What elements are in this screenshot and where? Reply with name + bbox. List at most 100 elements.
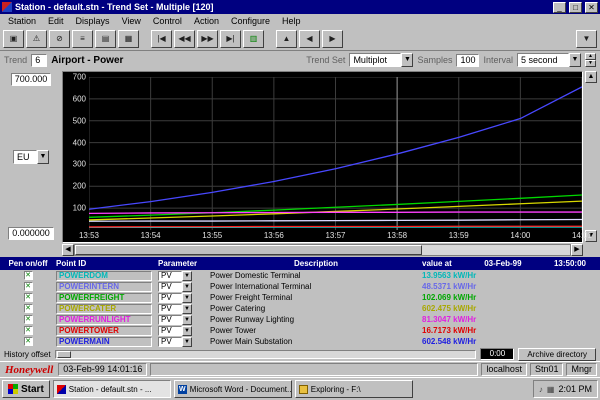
chevron-down-icon[interactable]: ▼ <box>37 150 49 164</box>
maximize-button[interactable]: □ <box>569 2 582 13</box>
point-id[interactable]: POWERINTERN <box>56 282 152 292</box>
bar-chart-icon[interactable]: ▥ <box>243 30 264 48</box>
point-id[interactable]: POWERCATER <box>56 304 152 314</box>
status-role: Mngr <box>566 363 597 376</box>
page-back-icon[interactable]: ◀◀ <box>174 30 195 48</box>
horizontal-scrollbar[interactable]: ◀ ▶ <box>62 244 583 256</box>
zoom-in-icon[interactable]: ▶ <box>322 30 343 48</box>
silence-alarm-icon[interactable]: ⊘ <box>49 30 70 48</box>
parameter-dropdown[interactable]: PV▼ <box>158 337 196 347</box>
slider-thumb[interactable] <box>57 351 71 358</box>
alarm-bell-icon[interactable]: ⚠ <box>26 30 47 48</box>
display-icon[interactable]: ▦ <box>547 385 555 394</box>
system-status-icon[interactable]: ▤ <box>95 30 116 48</box>
header-value-at: value at <box>422 259 452 268</box>
menu-displays[interactable]: Displays <box>70 16 116 26</box>
chevron-down-icon[interactable]: ▼ <box>182 282 192 292</box>
scroll-up-icon[interactable]: ▲ <box>585 71 597 83</box>
y-min-field[interactable]: 0.000000 <box>8 227 54 240</box>
alarm-summary-icon[interactable]: ▣ <box>3 30 24 48</box>
volume-icon[interactable]: ♪ <box>539 385 543 394</box>
point-id[interactable]: POWERDOM <box>56 271 152 281</box>
menu-station[interactable]: Station <box>2 16 42 26</box>
spin-down-icon[interactable]: ▼ <box>585 60 596 67</box>
options-icon[interactable]: ▼ <box>576 30 597 48</box>
chevron-down-icon[interactable]: ▼ <box>401 53 413 67</box>
trend-set-dropdown[interactable]: Multiplot ▼ <box>349 53 413 67</box>
pen-checkbox[interactable]: ✕ <box>24 282 33 291</box>
table-row: ✕ POWERRUNLIGHT PV▼ Power Runway Lightin… <box>0 314 600 325</box>
chevron-down-icon[interactable]: ▼ <box>182 293 192 303</box>
start-label: Start <box>21 384 44 395</box>
chevron-down-icon[interactable]: ▼ <box>182 337 192 347</box>
scroll-up-icon[interactable]: ▲ <box>276 30 297 48</box>
point-value: 602.548 kW/Hr <box>422 337 600 346</box>
archive-directory-button[interactable]: Archive directory <box>518 348 596 361</box>
plot-canvas[interactable] <box>89 77 582 230</box>
history-offset-slider[interactable] <box>55 350 477 359</box>
point-description: Power Domestic Terminal <box>210 271 422 280</box>
pen-checkbox[interactable]: ✕ <box>24 304 33 313</box>
point-id[interactable]: POWERTOWER <box>56 326 152 336</box>
pen-checkbox[interactable]: ✕ <box>24 315 33 324</box>
pen-checkbox[interactable]: ✕ <box>24 337 33 346</box>
menu-action[interactable]: Action <box>188 16 225 26</box>
trend-number-field[interactable]: 6 <box>31 54 47 67</box>
scrollbar-track[interactable] <box>74 244 571 256</box>
pen-checkbox[interactable]: ✕ <box>24 293 33 302</box>
pen-checkbox[interactable]: ✕ <box>24 326 33 335</box>
history-offset-row: History offset 0:00 Archive directory <box>0 347 600 361</box>
menu-view[interactable]: View <box>116 16 147 26</box>
word-app-icon: W <box>178 385 187 394</box>
trend-plot[interactable]: 100200300400500600700 13:5313:5413:5513:… <box>62 71 583 243</box>
last-page-icon[interactable]: ▶| <box>220 30 241 48</box>
menu-bar: Station Edit Displays View Control Actio… <box>0 14 600 27</box>
parameter-dropdown[interactable]: PV▼ <box>158 293 196 303</box>
point-id[interactable]: POWERMAIN <box>56 337 152 347</box>
chevron-down-icon[interactable]: ▼ <box>182 315 192 325</box>
honeywell-logo: Honeywell <box>3 364 55 376</box>
menu-help[interactable]: Help <box>276 16 307 26</box>
menu-configure[interactable]: Configure <box>225 16 276 26</box>
first-page-icon[interactable]: |◀ <box>151 30 172 48</box>
chevron-down-icon[interactable]: ▼ <box>182 304 192 314</box>
point-value: 13.9563 kW/Hr <box>422 271 600 280</box>
parameter-dropdown[interactable]: PV▼ <box>158 326 196 336</box>
taskbar-task-station[interactable]: Station - default.stn - ... <box>53 380 171 398</box>
scroll-right-icon[interactable]: ▶ <box>571 244 583 256</box>
point-id[interactable]: POWERRUNLIGHT <box>56 315 152 325</box>
print-icon[interactable]: ▦ <box>118 30 139 48</box>
parameter-dropdown[interactable]: PV▼ <box>158 304 196 314</box>
page-forward-icon[interactable]: ▶▶ <box>197 30 218 48</box>
samples-field[interactable]: 100 <box>456 54 479 67</box>
close-button[interactable]: ✕ <box>585 2 598 13</box>
start-button[interactable]: Start <box>2 380 50 398</box>
y-max-field[interactable]: 700.000 <box>11 73 52 86</box>
status-host: localhost <box>481 363 527 376</box>
parameter-dropdown[interactable]: PV▼ <box>158 282 196 292</box>
scroll-left-icon[interactable]: ◀ <box>62 244 74 256</box>
chevron-down-icon[interactable]: ▼ <box>569 53 581 67</box>
title-bar: Station - default.stn - Trend Set - Mult… <box>0 0 600 14</box>
interval-dropdown[interactable]: 5 second ▼ <box>517 53 581 67</box>
message-summary-icon[interactable]: ≡ <box>72 30 93 48</box>
parameter-dropdown[interactable]: PV▼ <box>158 271 196 281</box>
eu-dropdown[interactable]: EU ▼ <box>13 150 49 164</box>
vertical-scrollbar[interactable]: ▲ ▼ <box>585 71 598 256</box>
spin-up-icon[interactable]: ▲ <box>585 53 596 60</box>
parameter-dropdown[interactable]: PV▼ <box>158 315 196 325</box>
pen-checkbox[interactable]: ✕ <box>24 271 33 280</box>
taskbar-task-word[interactable]: W Microsoft Word - Document... <box>174 380 292 398</box>
header-point-id: Point ID <box>56 259 158 268</box>
taskbar-task-explorer[interactable]: Exploring - F:\ <box>295 380 413 398</box>
point-description: Power Tower <box>210 326 422 335</box>
scrollbar-thumb[interactable] <box>75 245 422 255</box>
minimize-button[interactable]: _ <box>553 2 566 13</box>
menu-edit[interactable]: Edit <box>42 16 70 26</box>
zoom-out-icon[interactable]: ◀ <box>299 30 320 48</box>
menu-control[interactable]: Control <box>147 16 188 26</box>
point-id[interactable]: POWERFREIGHT <box>56 293 152 303</box>
header-description: Description <box>210 259 422 268</box>
chevron-down-icon[interactable]: ▼ <box>182 271 192 281</box>
chevron-down-icon[interactable]: ▼ <box>182 326 192 336</box>
